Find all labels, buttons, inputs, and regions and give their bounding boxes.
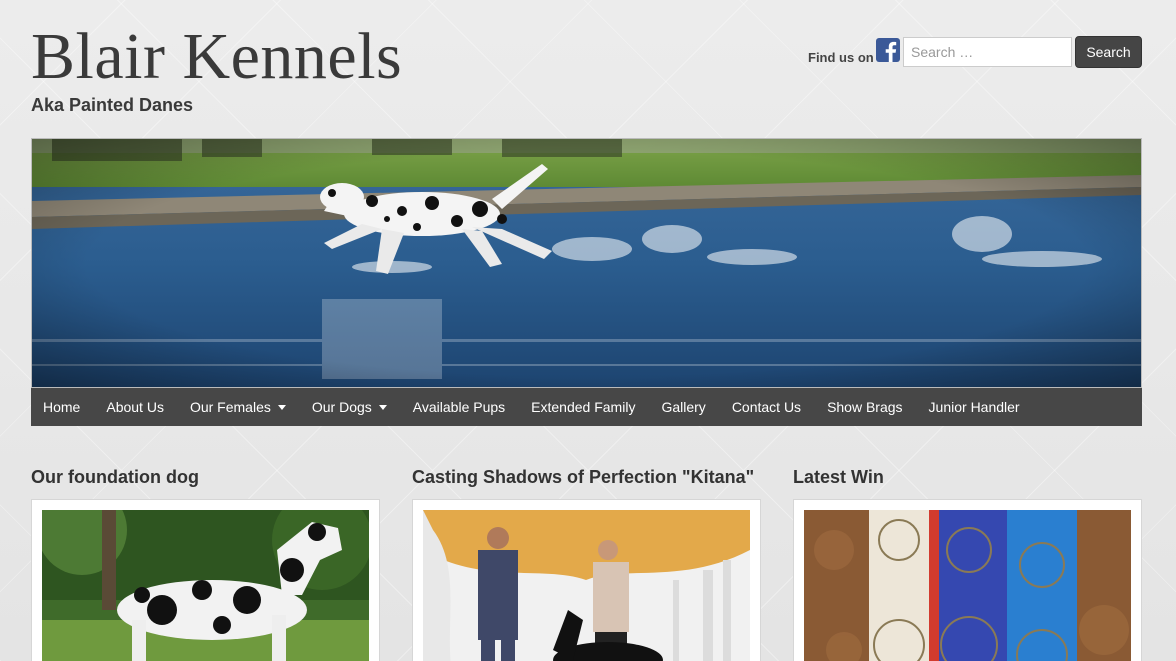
- chevron-down-icon: [277, 404, 286, 410]
- nav-item-label: Extended Family: [531, 399, 636, 415]
- nav-item-label: About Us: [106, 399, 164, 415]
- nav-item-label: Show Brags: [827, 399, 903, 415]
- nav-item-label: Gallery: [661, 399, 706, 415]
- chevron-down-icon: [378, 404, 387, 410]
- find-us-label: Find us on: [808, 50, 874, 65]
- site-title[interactable]: Blair Kennels: [31, 24, 402, 90]
- nav-item-label: Contact Us: [731, 399, 802, 415]
- nav-item-label: Our Dogs: [311, 399, 372, 415]
- nav-item-show-brags[interactable]: Show Brags: [815, 388, 913, 426]
- nav-item-about-us[interactable]: About Us: [94, 388, 175, 426]
- main-navigation: Home About Us Our Females Our Dogs Avail…: [31, 388, 1142, 426]
- nav-item-label: Home: [43, 399, 81, 415]
- widget-title: Our foundation dog: [31, 467, 199, 487]
- nav-item-our-dogs[interactable]: Our Dogs: [300, 388, 398, 426]
- foundation-dog-image[interactable]: [42, 510, 369, 661]
- widget-image-frame: [412, 499, 761, 661]
- nav-item-junior-handler[interactable]: Junior Handler: [917, 388, 1031, 426]
- widget-title: Latest Win: [793, 467, 884, 487]
- nav-item-our-females[interactable]: Our Females: [178, 388, 297, 426]
- widget-image-frame: [31, 499, 380, 661]
- site-tagline: Aka Painted Danes: [31, 95, 194, 115]
- nav-item-label: Junior Handler: [928, 399, 1020, 415]
- header-banner-image: [31, 138, 1142, 388]
- facebook-icon[interactable]: [876, 38, 900, 62]
- search-input[interactable]: [903, 37, 1072, 67]
- nav-item-extended-family[interactable]: Extended Family: [519, 388, 646, 426]
- nav-item-label: Available Pups: [412, 399, 506, 415]
- search-button[interactable]: Search: [1075, 36, 1142, 68]
- latest-win-image[interactable]: [804, 510, 1131, 661]
- nav-item-home[interactable]: Home: [31, 388, 91, 426]
- kitana-show-image[interactable]: [423, 510, 750, 661]
- nav-item-label: Our Females: [189, 399, 271, 415]
- widget-image-frame: [793, 499, 1142, 661]
- nav-item-gallery[interactable]: Gallery: [649, 388, 716, 426]
- nav-item-contact-us[interactable]: Contact Us: [720, 388, 812, 426]
- nav-item-available-pups[interactable]: Available Pups: [401, 388, 516, 426]
- widget-title: Casting Shadows of Perfection "Kitana": [412, 467, 755, 487]
